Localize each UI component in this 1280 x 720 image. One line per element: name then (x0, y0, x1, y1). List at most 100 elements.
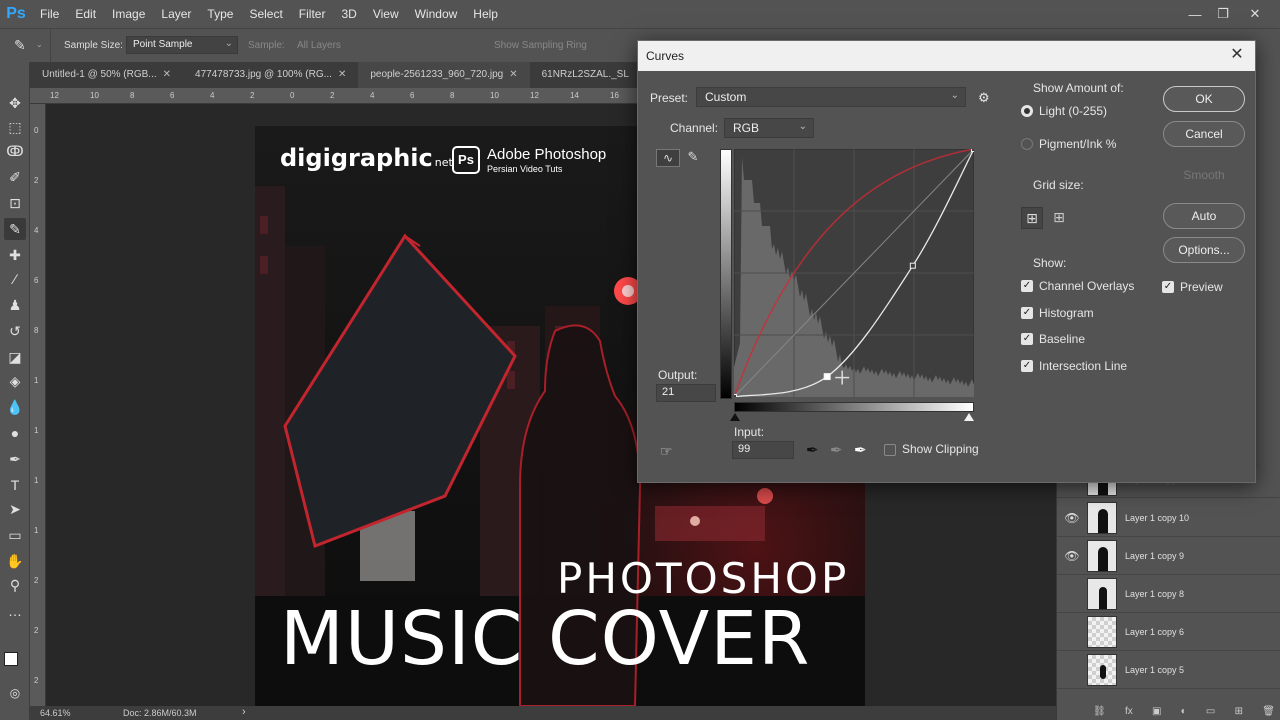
group-icon[interactable]: ▭ (1206, 706, 1215, 717)
sample-size-select[interactable]: Point Sample ⌄ (126, 36, 238, 54)
marquee-tool-icon[interactable]: ⬚ (4, 116, 26, 138)
quick-mask-icon[interactable]: ◎ (4, 682, 26, 704)
intersection-line-checkbox[interactable]: ✓ (1021, 360, 1033, 372)
tab-close-icon[interactable]: ✕ (509, 69, 517, 80)
blur-tool-icon[interactable]: 💧 (4, 396, 26, 418)
curve-pencil-icon[interactable]: ✎ (684, 149, 702, 167)
light-radio[interactable] (1021, 105, 1033, 117)
layer-row[interactable]: Layer 1 copy 6 (1057, 613, 1280, 651)
simple-grid-icon[interactable]: ⊞ (1021, 207, 1043, 229)
curves-graph[interactable] (731, 146, 977, 400)
lasso-tool-icon[interactable]: ↂ (4, 140, 26, 162)
layer-row[interactable]: 👁 Layer 1 copy 9 (1057, 537, 1280, 575)
more-tools-icon[interactable]: … (4, 600, 26, 622)
eyedropper-icon[interactable]: ✎ (14, 37, 26, 54)
crop-tool-icon[interactable]: ⊡ (4, 192, 26, 214)
zoom-tool-icon[interactable]: ⚲ (4, 574, 26, 596)
show-clipping-checkbox[interactable] (884, 444, 896, 456)
move-tool-icon[interactable]: ✥ (4, 92, 26, 114)
ok-button[interactable]: OK (1163, 86, 1245, 112)
history-brush-tool-icon[interactable]: ↺ (4, 320, 26, 342)
path-selection-tool-icon[interactable]: ➤ (4, 498, 26, 520)
layer-row[interactable]: 👁 Layer 1 copy 10 (1057, 499, 1280, 537)
link-layers-icon[interactable]: ⛓ (1093, 706, 1106, 717)
tab-people[interactable]: people-2561233_960_720.jpg ✕ (358, 62, 530, 88)
sample-select[interactable]: All Layers (297, 40, 341, 51)
add-mask-icon[interactable]: ▣ (1152, 706, 1161, 717)
delete-layer-icon[interactable]: 🗑 (1262, 706, 1275, 717)
close-window-button[interactable]: ✕ (1240, 0, 1270, 28)
preset-options-gear-icon[interactable]: ⚙ (978, 90, 990, 106)
input-field[interactable]: 99 (732, 441, 794, 459)
options-button[interactable]: Options... (1163, 237, 1245, 263)
smooth-button[interactable]: Smooth (1163, 162, 1245, 188)
menu-file[interactable]: File (32, 0, 67, 28)
tools-panel: ✥ ⬚ ↂ ✐ ⊡ ✎ ✚ ∕ ♟ ↺ ◪ ◈ 💧 ● ✒ T ➤ ▭ ✋ ⚲ … (0, 62, 30, 720)
black-eyedropper-icon[interactable]: ✒ (806, 441, 819, 459)
dodge-tool-icon[interactable]: ● (4, 422, 26, 444)
pen-tool-icon[interactable]: ✒ (4, 448, 26, 470)
channel-select[interactable]: RGB ⌄ (724, 118, 814, 138)
zoom-level[interactable]: 64.61% (40, 708, 71, 718)
ruler-tick-label: 1 (34, 476, 39, 485)
output-field[interactable]: 21 (656, 384, 716, 402)
menu-image[interactable]: Image (104, 0, 153, 28)
eyedropper-tool-icon[interactable]: ✎ (4, 218, 26, 240)
cancel-button[interactable]: Cancel (1163, 121, 1245, 147)
black-point-slider[interactable] (730, 413, 740, 421)
white-eyedropper-icon[interactable]: ✒ (854, 441, 867, 459)
rectangle-tool-icon[interactable]: ▭ (4, 524, 26, 546)
tool-preset-chevron-icon[interactable]: ⌄ (36, 40, 43, 49)
menu-filter[interactable]: Filter (291, 0, 334, 28)
on-image-adjust-hand-icon[interactable]: ☞ (660, 443, 673, 460)
quick-select-tool-icon[interactable]: ✐ (4, 166, 26, 188)
clone-stamp-tool-icon[interactable]: ♟ (4, 294, 26, 316)
curve-edit-points-icon[interactable]: ∿ (656, 149, 680, 167)
paint-bucket-tool-icon[interactable]: ◈ (4, 370, 26, 392)
preview-checkbox[interactable]: ✓ (1162, 281, 1174, 293)
menu-layer[interactable]: Layer (153, 0, 199, 28)
menu-select[interactable]: Select (241, 0, 290, 28)
hand-tool-icon[interactable]: ✋ (4, 550, 26, 572)
tab-477478733[interactable]: 477478733.jpg @ 100% (RG... ✕ (183, 62, 358, 88)
tab-close-icon[interactable]: ✕ (338, 69, 346, 80)
eraser-tool-icon[interactable]: ◪ (4, 346, 26, 368)
brush-tool-icon[interactable]: ∕ (4, 268, 26, 290)
type-tool-icon[interactable]: T (4, 474, 26, 496)
tab-61nrzl2szal[interactable]: 61NRzL2SZAL._SL (530, 62, 641, 88)
layer-row[interactable]: Layer 1 copy 5 (1057, 651, 1280, 689)
histogram-label: Histogram (1039, 306, 1094, 320)
detailed-grid-icon[interactable]: ⊞ (1048, 207, 1070, 229)
auto-button[interactable]: Auto (1163, 203, 1245, 229)
gray-eyedropper-icon[interactable]: ✒ (830, 441, 843, 459)
preset-select[interactable]: Custom ⌄ (696, 87, 966, 107)
close-icon[interactable]: ✕ (1227, 45, 1247, 65)
status-menu-arrow-icon[interactable]: › (242, 706, 246, 718)
tab-untitled-1[interactable]: Untitled-1 @ 50% (RGB... ✕ (30, 62, 183, 88)
tab-close-icon[interactable]: ✕ (163, 69, 171, 80)
menu-help[interactable]: Help (465, 0, 506, 28)
restore-button[interactable]: ❐ (1208, 0, 1238, 28)
menu-edit[interactable]: Edit (67, 0, 104, 28)
menu-window[interactable]: Window (407, 0, 466, 28)
ruler-tick-label: 8 (450, 91, 455, 100)
ruler-tick-label: 4 (210, 91, 215, 100)
channel-overlays-checkbox[interactable]: ✓ (1021, 280, 1033, 292)
healing-brush-tool-icon[interactable]: ✚ (4, 244, 26, 266)
show-sampling-ring-checkbox[interactable]: Show Sampling Ring (494, 40, 587, 51)
layer-style-icon[interactable]: fx (1125, 706, 1133, 717)
minimize-button[interactable]: — (1180, 0, 1210, 28)
pigment-radio[interactable] (1021, 138, 1033, 150)
layer-row[interactable]: Layer 1 copy 8 (1057, 575, 1280, 613)
adjustment-layer-icon[interactable]: ◐ (1181, 706, 1187, 717)
white-point-slider[interactable] (964, 413, 974, 421)
menu-type[interactable]: Type (199, 0, 241, 28)
new-layer-icon[interactable]: ⊞ (1235, 706, 1243, 717)
menu-view[interactable]: View (365, 0, 407, 28)
visibility-eye-icon[interactable]: 👁 (1057, 549, 1087, 563)
baseline-checkbox[interactable]: ✓ (1021, 333, 1033, 345)
foreground-color-swatch[interactable] (4, 652, 18, 666)
visibility-eye-icon[interactable]: 👁 (1057, 511, 1087, 525)
menu-3d[interactable]: 3D (333, 0, 364, 28)
histogram-checkbox[interactable]: ✓ (1021, 307, 1033, 319)
